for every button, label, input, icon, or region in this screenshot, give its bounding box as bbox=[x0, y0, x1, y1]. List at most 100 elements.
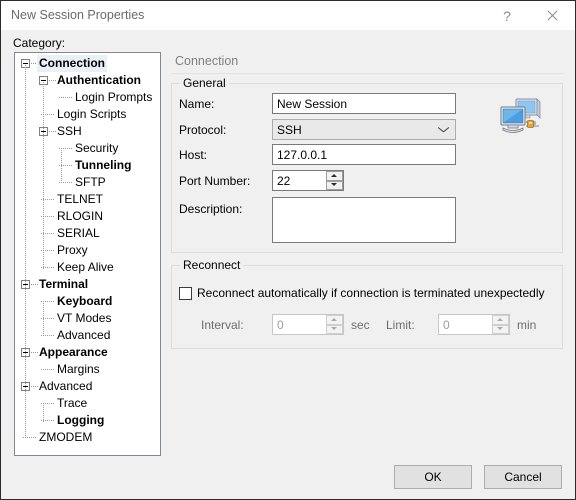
pane-header: Connection bbox=[171, 52, 563, 72]
host-label: Host: bbox=[179, 148, 208, 162]
tree-item-label: Keep Alive bbox=[57, 260, 114, 274]
category-label: Category: bbox=[13, 36, 66, 50]
tree-item-rlogin[interactable]: RLOGIN bbox=[15, 208, 160, 225]
tree-item-login-scripts[interactable]: Login Scripts bbox=[15, 106, 160, 123]
tree-item-ssh[interactable]: SSH bbox=[15, 123, 160, 140]
tree-item-label: Margins bbox=[57, 362, 100, 376]
tree-item-label: SERIAL bbox=[57, 226, 100, 240]
tree-item-label: TELNET bbox=[57, 192, 104, 206]
arrow-up-icon bbox=[497, 317, 503, 321]
tree-item-label: Trace bbox=[57, 396, 88, 410]
port-number-spin-buttons bbox=[326, 171, 343, 190]
tree-item-vt-modes[interactable]: VT Modes bbox=[15, 310, 160, 327]
tree-item-keep-alive[interactable]: Keep Alive bbox=[15, 259, 160, 276]
limit-label: Limit: bbox=[386, 318, 415, 332]
arrow-down-icon bbox=[331, 183, 337, 187]
tree-guide-vertical bbox=[43, 303, 44, 337]
interval-spin-buttons bbox=[326, 315, 343, 334]
question-mark-icon: ? bbox=[503, 7, 511, 24]
limit-stepper[interactable]: 0 bbox=[438, 314, 510, 335]
tree-item-label: Keyboard bbox=[57, 294, 113, 308]
cancel-button[interactable]: Cancel bbox=[484, 465, 562, 489]
tree-guide-vertical bbox=[25, 65, 26, 439]
tree-item-tunneling[interactable]: Tunneling bbox=[15, 157, 160, 174]
host-input[interactable]: 127.0.0.1 bbox=[272, 144, 456, 165]
tree-item-login-prompts[interactable]: Login Prompts bbox=[15, 89, 160, 106]
reconnect-auto-checkbox[interactable] bbox=[179, 286, 192, 300]
tree-guide-horizontal bbox=[41, 403, 55, 404]
tree-item-label: Login Scripts bbox=[57, 107, 127, 121]
tree-item-label: Authentication bbox=[57, 73, 141, 87]
tree-item-logging[interactable]: Logging bbox=[15, 412, 160, 429]
port-number-stepper[interactable]: 22 bbox=[272, 170, 344, 191]
limit-spin-buttons bbox=[492, 315, 509, 334]
tree-item-label: Logging bbox=[57, 413, 105, 427]
tree-item-label: Appearance bbox=[39, 345, 108, 359]
tree-item-telnet[interactable]: TELNET bbox=[15, 191, 160, 208]
arrow-up-icon bbox=[331, 317, 337, 321]
arrow-down-icon bbox=[497, 327, 503, 331]
tree-item-label: ZMODEM bbox=[39, 430, 93, 444]
arrow-up-icon bbox=[331, 173, 337, 177]
reconnect-auto-checkbox-row[interactable]: Reconnect automatically if connection is… bbox=[179, 286, 545, 300]
name-label: Name: bbox=[179, 97, 215, 111]
tree-item-trace[interactable]: Trace bbox=[15, 395, 160, 412]
tree-item-label: VT Modes bbox=[57, 311, 112, 325]
protocol-selected-value: SSH bbox=[277, 123, 302, 137]
interval-unit-label: sec bbox=[351, 318, 370, 332]
tree-item-security[interactable]: Security bbox=[15, 140, 160, 157]
tree-item-label: Advanced bbox=[57, 328, 111, 342]
tree-item-label: SSH bbox=[57, 124, 82, 138]
reconnect-auto-label: Reconnect automatically if connection is… bbox=[197, 286, 545, 300]
tree-item-label: Proxy bbox=[57, 243, 88, 257]
ok-button[interactable]: OK bbox=[394, 465, 472, 489]
tree-item-margins[interactable]: Margins bbox=[15, 361, 160, 378]
description-input[interactable] bbox=[272, 197, 456, 243]
tree-item-appearance[interactable]: Appearance bbox=[15, 344, 160, 361]
pane-header-separator bbox=[171, 73, 563, 74]
close-icon bbox=[546, 10, 557, 21]
tree-guide-horizontal bbox=[59, 97, 73, 98]
tree-guide-horizontal bbox=[59, 148, 73, 149]
port-number-increment-button[interactable] bbox=[326, 171, 343, 181]
tree-item-serial[interactable]: SERIAL bbox=[15, 225, 160, 242]
tree-item-label: Tunneling bbox=[75, 158, 132, 172]
help-button[interactable]: ? bbox=[485, 1, 529, 30]
interval-stepper[interactable]: 0 bbox=[272, 314, 344, 335]
tree-guide-vertical bbox=[43, 82, 44, 269]
tree-item-label: Login Prompts bbox=[75, 90, 153, 104]
port-number-label: Port Number: bbox=[179, 174, 251, 188]
network-computers-icon bbox=[498, 96, 542, 138]
tree-item-label: Advanced bbox=[39, 379, 93, 393]
tree-item-proxy[interactable]: Proxy bbox=[15, 242, 160, 259]
tree-item-connection[interactable]: Connection bbox=[15, 55, 160, 72]
tree-guide-vertical bbox=[43, 405, 44, 422]
limit-decrement-button[interactable] bbox=[492, 324, 509, 334]
tree-item-sftp[interactable]: SFTP bbox=[15, 174, 160, 191]
category-tree[interactable]: Connection Authentication Login Prompts Log… bbox=[14, 52, 161, 456]
tree-item-authentication[interactable]: Authentication bbox=[15, 72, 160, 89]
interval-decrement-button[interactable] bbox=[326, 324, 343, 334]
title-bar: New Session Properties ? bbox=[1, 1, 575, 31]
window-title: New Session Properties bbox=[11, 8, 145, 22]
port-number-decrement-button[interactable] bbox=[326, 180, 343, 190]
limit-unit-label: min bbox=[517, 318, 537, 332]
tree-item-advanced[interactable]: Advanced bbox=[15, 378, 160, 395]
pane-header-text: Connection bbox=[175, 54, 239, 68]
tree-guide-horizontal bbox=[41, 369, 55, 370]
tree-item-keyboard[interactable]: Keyboard bbox=[15, 293, 160, 310]
arrow-down-icon bbox=[331, 327, 337, 331]
protocol-select[interactable]: SSH bbox=[272, 119, 456, 140]
tree-item-label: SFTP bbox=[75, 175, 106, 189]
tree-guide-horizontal bbox=[41, 301, 55, 302]
name-input[interactable]: New Session bbox=[272, 93, 456, 114]
tree-guide-vertical bbox=[61, 150, 62, 184]
close-button[interactable] bbox=[529, 1, 573, 30]
tree-item-terminal[interactable]: Terminal bbox=[15, 276, 160, 293]
tree-item-advanced[interactable]: Advanced bbox=[15, 327, 160, 344]
tree-item-zmodem[interactable]: ZMODEM bbox=[15, 429, 160, 446]
tree-item-label: RLOGIN bbox=[57, 209, 104, 223]
limit-increment-button[interactable] bbox=[492, 315, 509, 325]
tree-item-label: Connection bbox=[37, 55, 107, 72]
interval-increment-button[interactable] bbox=[326, 315, 343, 325]
